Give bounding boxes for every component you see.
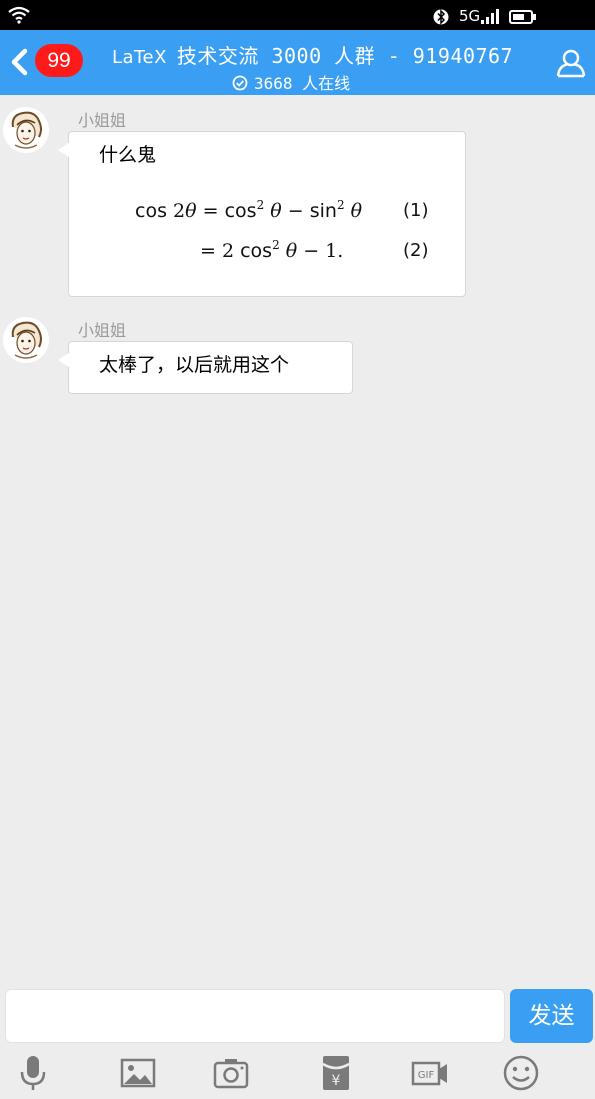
bluetooth-icon [433,9,449,25]
send-button[interactable]: 发送 [510,989,593,1043]
message-text: 什么鬼 [99,144,157,166]
signal-icon [481,9,499,24]
equation-number-2: (2) [403,240,429,261]
group-title: LaTeX 技术交流 3000 人群 - 91940767 [112,40,513,69]
svg-text:GIF: GIF [418,1070,435,1081]
latex-logo: LaTeX [112,47,167,68]
message-bubble[interactable]: 什么鬼 cos 2θ = cos2 θ − sin2 θ (1) = 2 cos… [58,131,466,297]
message-bubble[interactable]: 太棒了，以后就用这个 [58,341,353,394]
equation-2: = 2 cos2 θ − 1. [200,238,344,262]
message-input[interactable] [5,989,505,1043]
battery-icon [509,10,536,24]
avatar-drawing [11,321,42,359]
equation-number-1: (1) [403,200,429,221]
gif-icon[interactable]: GIF [410,1053,450,1093]
message-text: 太棒了，以后就用这个 [99,354,290,376]
online-suffix: 人在线 [302,74,351,93]
check-circle-icon [232,75,248,91]
camera-icon[interactable] [211,1053,251,1093]
online-count: 3668 [254,74,293,93]
avatar[interactable] [3,317,49,363]
unread-badge[interactable]: 99 [35,44,83,77]
wifi-icon [8,6,30,24]
emoji-icon[interactable] [501,1053,541,1093]
group-members-icon[interactable] [555,48,587,78]
sender-name: 小姐姐 [78,111,127,130]
image-icon[interactable] [118,1053,158,1093]
group-name: 技术交流 3000 人群 - 91940767 [176,44,514,68]
sender-name: 小姐姐 [78,321,127,340]
chat-header: 99 LaTeX 技术交流 3000 人群 - 91940767 3668 人在线 [0,30,595,95]
back-arrow-icon[interactable] [8,47,30,77]
network-type: 5G [459,7,481,25]
avatar-drawing [11,111,42,149]
status-bar: 5G [0,0,595,30]
microphone-icon[interactable] [13,1053,53,1093]
online-status: 3668 人在线 [232,70,350,94]
red-packet-icon[interactable]: ¥ [316,1053,356,1093]
bubble-tail [58,142,70,158]
svg-text:¥: ¥ [332,1073,341,1089]
avatar[interactable] [3,107,49,153]
bubble-tail [58,352,70,368]
equation-1: cos 2θ = cos2 θ − sin2 θ [135,198,363,222]
